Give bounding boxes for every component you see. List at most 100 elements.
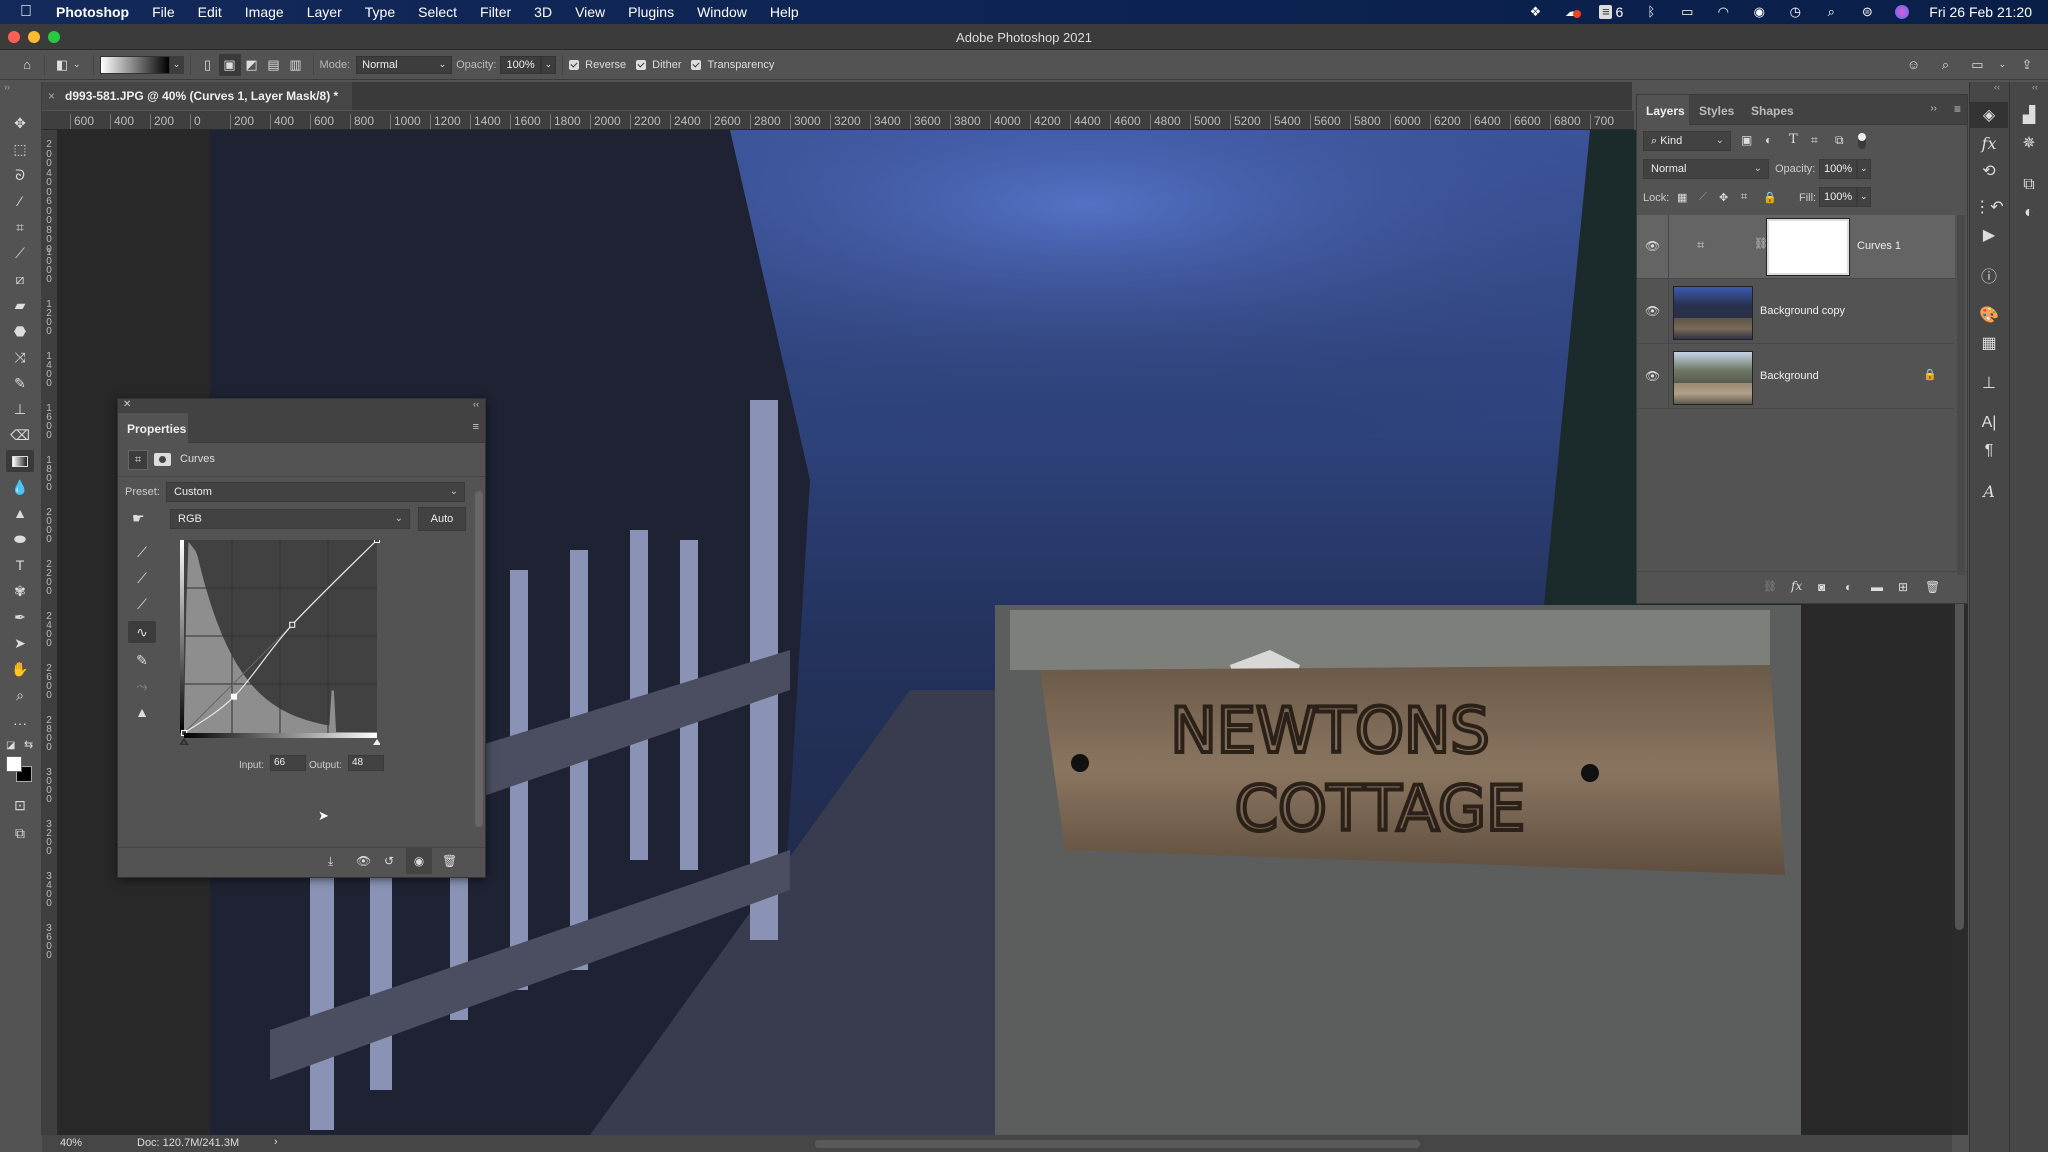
wifi-icon[interactable]: ◠ — [1715, 5, 1731, 19]
custom-shape-tool-icon[interactable]: ✾ — [6, 580, 34, 602]
fill-field[interactable]: 100% — [1819, 187, 1857, 207]
quick-mask-icon[interactable]: ⊡ — [6, 794, 34, 816]
filter-toggle[interactable] — [1858, 133, 1866, 149]
lock-artboard-icon[interactable]: ⌗ — [1741, 191, 1747, 204]
workspace-icon[interactable]: ▭ — [1966, 54, 1988, 76]
libraries-panel-icon[interactable]: ⧉ — [2010, 172, 2048, 198]
layer-style-fx-icon[interactable]: fx — [1791, 579, 1802, 593]
white-point-eyedropper-icon[interactable]: ⟋ — [128, 593, 156, 615]
reflected-gradient-icon[interactable]: ▤ — [263, 54, 285, 76]
more-tools-icon[interactable]: ··· — [6, 712, 34, 734]
control-center-icon[interactable]: ⊜ — [1859, 5, 1875, 19]
menu-view[interactable]: View — [575, 4, 605, 20]
menu-edit[interactable]: Edit — [198, 4, 222, 20]
expand-panel-icon[interactable]: ›› — [1930, 103, 1937, 114]
blend-mode-select[interactable]: Normal ⌄ — [1643, 159, 1769, 179]
tab-layers[interactable]: Layers — [1637, 95, 1689, 125]
spot-healing-tool-icon[interactable]: ⧄ — [6, 268, 34, 290]
time-machine-icon[interactable]: ◷ — [1787, 5, 1803, 19]
mask-link-icon[interactable]: ⛓ — [1754, 237, 1768, 250]
play-actions-icon[interactable]: ▶ — [1970, 222, 2008, 248]
foreground-color-swatch[interactable] — [6, 756, 22, 772]
collapse-toolbar-icon[interactable]: ›› — [4, 82, 10, 92]
clip-to-layer-icon[interactable]: ⤓ — [328, 854, 333, 869]
tasks-status-item[interactable]: ≡ 6 — [1599, 4, 1623, 20]
layer-opacity-field[interactable]: 100% — [1819, 159, 1857, 179]
layer-row-background-copy[interactable]: 👁 Background copy — [1637, 280, 1955, 344]
new-group-icon[interactable]: ▬ — [1871, 580, 1883, 594]
scrollbar-thumb[interactable] — [1955, 600, 1964, 930]
menu-plugins[interactable]: Plugins — [628, 4, 674, 20]
mode-select[interactable]: Normal ⌄ — [356, 55, 453, 74]
chevron-down-icon[interactable]: ⌄ — [73, 59, 81, 70]
layer-row-background[interactable]: 👁 Background 🔒 — [1637, 345, 1955, 409]
black-point-eyedropper-icon[interactable]: ⟋ — [128, 541, 156, 563]
new-adjustment-layer-icon[interactable]: ◐ — [1845, 580, 1852, 594]
visibility-eye-icon[interactable]: 👁 — [1645, 304, 1660, 318]
horizontal-ruler[interactable]: 600 400 200 0 200 400 600 800 1000 1200 1400 1600 18… — [42, 111, 1634, 130]
clone-source-icon[interactable]: ⊥ — [1970, 370, 2008, 396]
dropbox-icon[interactable]: ❖ — [1527, 5, 1543, 19]
panel-scrollbar[interactable] — [475, 491, 483, 827]
filter-smart-object-icon[interactable]: ⧉ — [1835, 133, 1844, 148]
filter-adjustment-icon[interactable]: ◐ — [1765, 133, 1772, 147]
zoom-tool-icon[interactable]: ⌕ — [6, 684, 34, 706]
apple-menu-icon[interactable]:  — [20, 3, 42, 21]
pen-tool-icon[interactable]: ✒ — [6, 606, 34, 628]
adjustments-panel-icon[interactable]: ◐ — [2010, 200, 2048, 226]
type-tool-icon[interactable]: T — [6, 554, 34, 576]
sharpen-tool-icon[interactable]: ▲ — [6, 502, 34, 524]
tab-properties[interactable]: Properties — [118, 413, 188, 443]
layer-name[interactable]: Background — [1760, 370, 1819, 382]
hand-tool-icon[interactable]: ✋ — [6, 658, 34, 680]
tab-shapes[interactable]: Shapes — [1745, 95, 1794, 125]
character-panel-icon[interactable]: A| — [1970, 410, 2008, 436]
color-palette-icon[interactable]: 🎨 — [1970, 302, 2008, 328]
vertical-ruler[interactable]: 2 0 0 4 0 0 6 0 0 8 0 0 1000 1200 1400 1600 1800 2000 2200… — [42, 130, 58, 1135]
opacity-dropdown[interactable]: ⌄ — [1857, 159, 1871, 179]
gradient-picker[interactable] — [99, 55, 170, 74]
move-tool-icon[interactable]: ✥ — [6, 112, 34, 134]
collapse-dock-icon[interactable]: ‹‹ — [1994, 82, 2000, 92]
gray-point-eyedropper-icon[interactable]: ⟋ — [128, 567, 156, 589]
lock-transparent-icon[interactable]: ▦ — [1677, 191, 1687, 204]
lock-position-icon[interactable]: ✥ — [1719, 191, 1728, 204]
lock-pixels-icon[interactable]: ⟋ — [1699, 191, 1707, 204]
default-colors-icon[interactable]: ◪ — [6, 740, 15, 751]
curves-graph[interactable] — [180, 540, 380, 745]
output-field[interactable]: 48 — [348, 755, 384, 771]
menu-image[interactable]: Image — [245, 4, 284, 20]
paragraph-panel-icon[interactable]: ¶ — [1970, 438, 2008, 464]
angle-gradient-icon[interactable]: ◩ — [241, 54, 263, 76]
filter-shape-icon[interactable]: ⌗ — [1811, 133, 1818, 148]
collapse-panel-icon[interactable]: ‹‹ — [473, 399, 479, 409]
marquee-tool-icon[interactable]: ⬚ — [6, 138, 34, 160]
opacity-field[interactable]: 100% — [500, 55, 541, 74]
layer-mask-icon[interactable] — [154, 453, 171, 466]
targeted-adjustment-icon[interactable]: ☛ — [132, 510, 145, 527]
preset-select[interactable]: Custom ⌄ — [166, 482, 465, 502]
filter-kind-select[interactable]: ⌕ Kind ⌄ — [1643, 131, 1731, 151]
layer-name[interactable]: Background copy — [1760, 305, 1845, 317]
reset-adjustments-icon[interactable]: ↺ — [384, 854, 394, 868]
siri-icon[interactable] — [1895, 5, 1910, 19]
reverse-checkbox[interactable] — [569, 59, 580, 70]
menu-select[interactable]: Select — [418, 4, 457, 20]
crop-tool-icon[interactable]: ⌗ — [6, 216, 34, 238]
eraser-tool-icon[interactable]: ⌫ — [6, 424, 34, 446]
layer-mask-thumbnail[interactable] — [1766, 218, 1850, 276]
layers-panel-icon[interactable]: ◈ — [1970, 102, 2008, 128]
eyedropper-tool-icon[interactable]: ⟋ — [6, 242, 34, 264]
filter-type-icon[interactable]: T — [1789, 132, 1798, 147]
tool-preset-icon[interactable]: ◧ — [51, 54, 73, 76]
sponge-tool-icon[interactable]: ⬬ — [6, 528, 34, 550]
bluetooth-icon[interactable]: ᛒ — [1643, 5, 1659, 19]
curve-control-point[interactable] — [230, 693, 237, 700]
clipping-warning-icon[interactable]: ▲ — [128, 701, 156, 723]
layers-scrollbar[interactable] — [1957, 215, 1965, 575]
radial-gradient-icon[interactable]: ▣ — [218, 53, 241, 76]
menu-type[interactable]: Type — [365, 4, 395, 20]
content-aware-move-icon[interactable]: ⤨ — [6, 346, 34, 368]
new-layer-icon[interactable]: ⊞ — [1898, 580, 1908, 594]
delete-adjustment-icon[interactable]: 🗑 — [442, 854, 457, 868]
